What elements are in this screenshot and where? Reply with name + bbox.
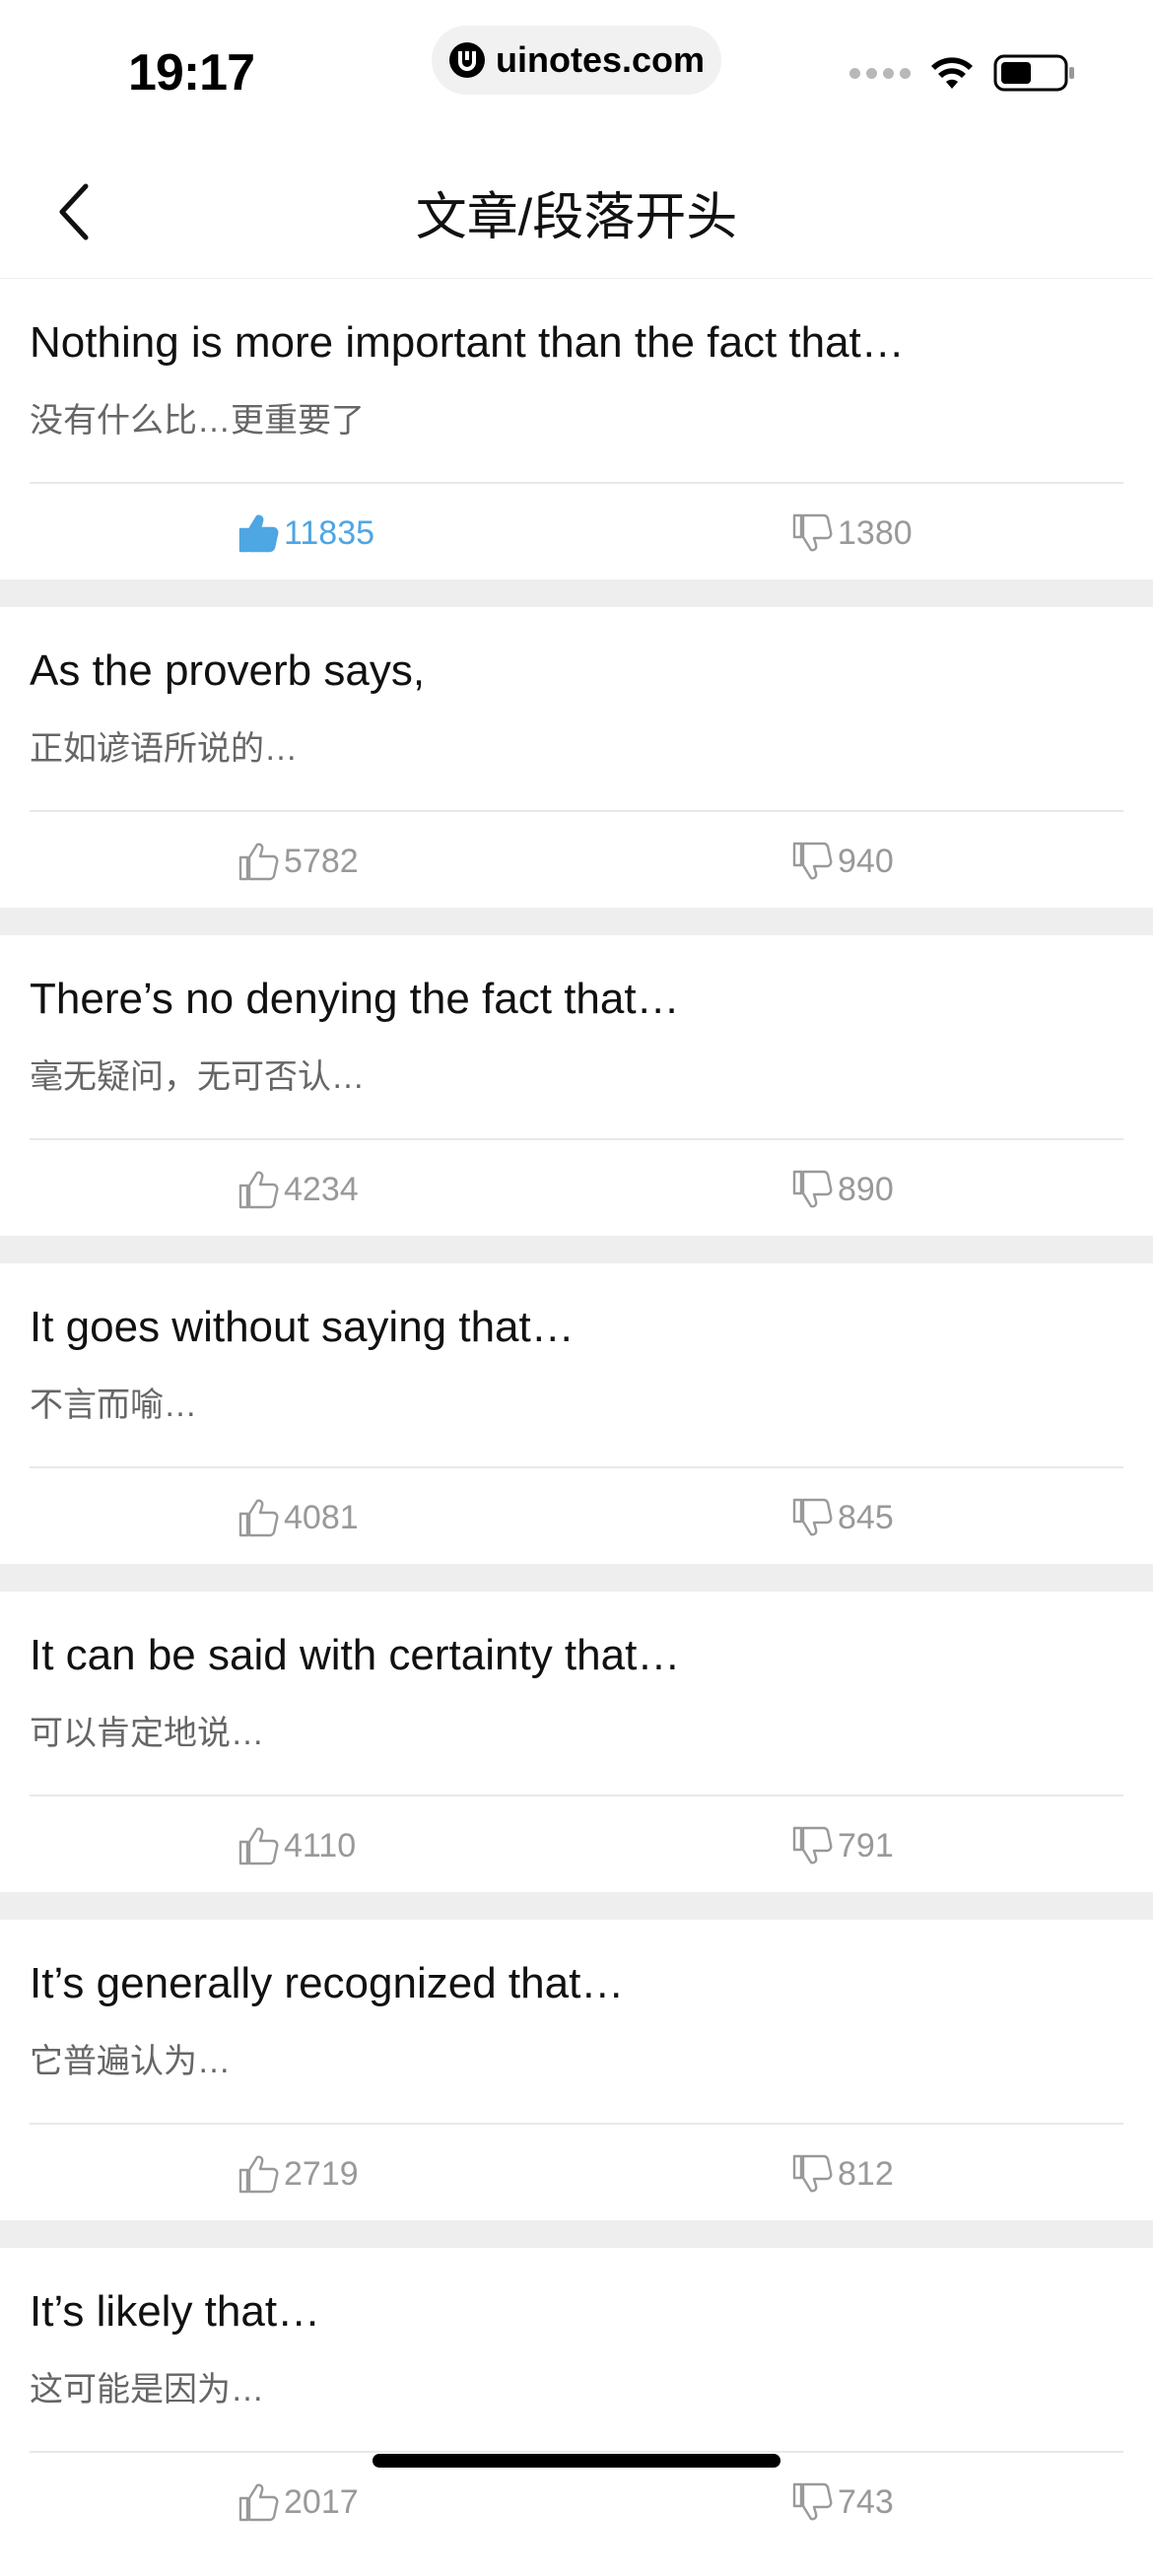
like-count: 5782 — [284, 842, 359, 880]
thumbs-up-icon — [238, 1827, 279, 1865]
dislike-count: 940 — [838, 842, 894, 880]
dislike-button[interactable]: 791 — [790, 1816, 894, 1875]
like-count: 4234 — [284, 1170, 359, 1208]
phrase-chinese: 没有什么比…更重要了 — [30, 402, 365, 440]
navigation-bar: 文章/段落开头 — [0, 138, 1153, 279]
phrase-english: It’s likely that… — [30, 2287, 321, 2336]
thumbs-up-icon — [238, 843, 279, 881]
like-button[interactable]: 4110 — [237, 1816, 356, 1875]
phrase-chinese: 它普遍认为… — [30, 2043, 231, 2080]
dislike-count: 743 — [838, 2482, 894, 2521]
like-button[interactable]: 2017 — [237, 2473, 359, 2532]
page-title: 文章/段落开头 — [415, 189, 738, 246]
cellular-signal-icon — [849, 67, 911, 79]
thumbs-down-icon — [792, 1170, 833, 1208]
thumbs-up-icon — [238, 1499, 279, 1537]
like-button[interactable]: 4234 — [237, 1160, 359, 1219]
thumbs-up-icon — [238, 2483, 279, 2522]
dislike-button[interactable]: 845 — [790, 1488, 894, 1547]
phrase-chinese: 这可能是因为… — [30, 2371, 264, 2408]
status-time: 19:17 — [128, 44, 255, 102]
thumbs-down-icon — [792, 2154, 833, 2193]
wifi-icon — [931, 57, 973, 89]
url-text: uinotes.com — [495, 39, 706, 80]
site-logo-icon — [448, 42, 485, 78]
like-count: 4110 — [284, 1826, 357, 1864]
card-divider — [30, 1138, 1123, 1140]
thumbs-up-icon — [238, 514, 279, 553]
phrase-chinese: 毫无疑问，无可否认… — [30, 1058, 365, 1096]
phrase-english: There’s no denying the fact that… — [30, 975, 680, 1023]
thumbs-down-icon — [792, 1498, 833, 1536]
status-bar: 19:17 uinotes.com — [0, 0, 1153, 138]
phrase-list: Nothing is more important than the fact … — [0, 279, 1153, 2576]
thumbs-down-icon — [792, 2482, 833, 2521]
like-button[interactable]: 2719 — [237, 2144, 359, 2203]
dislike-button[interactable]: 743 — [790, 2473, 894, 2532]
phrase-card[interactable]: There’s no denying the fact that… 毫无疑问，无… — [0, 935, 1153, 1236]
like-count: 2017 — [284, 2482, 359, 2521]
dislike-count: 890 — [838, 1170, 894, 1208]
like-count: 2719 — [284, 2154, 359, 2193]
dislike-button[interactable]: 812 — [790, 2144, 894, 2203]
card-divider — [30, 482, 1123, 484]
card-divider — [30, 1466, 1123, 1468]
dislike-button[interactable]: 1380 — [790, 504, 913, 563]
like-button[interactable]: 4081 — [237, 1488, 359, 1547]
dislike-count: 812 — [838, 2154, 894, 2193]
phrase-english: It’s generally recognized that… — [30, 1959, 625, 2007]
phrase-english: Nothing is more important than the fact … — [30, 318, 905, 367]
like-count: 4081 — [284, 1498, 359, 1536]
battery-icon — [993, 54, 1074, 92]
phrase-chinese: 可以肯定地说… — [30, 1715, 264, 1752]
phrase-english: It goes without saying that… — [30, 1303, 575, 1351]
phrase-card[interactable]: It’s generally recognized that… 它普遍认为… 2… — [0, 1920, 1153, 2220]
card-divider — [30, 810, 1123, 812]
phrase-card[interactable]: It can be said with certainty that… 可以肯定… — [0, 1592, 1153, 1892]
like-button[interactable]: 11835 — [237, 504, 374, 563]
phrase-english: As the proverb says, — [30, 646, 426, 695]
status-indicators — [849, 53, 1076, 93]
like-count: 11835 — [284, 513, 375, 552]
thumbs-down-icon — [792, 842, 833, 880]
phrase-card[interactable]: As the proverb says, 正如谚语所说的… 5782 940 — [0, 607, 1153, 908]
dislike-button[interactable]: 890 — [790, 1160, 894, 1219]
thumbs-up-icon — [238, 1171, 279, 1209]
thumbs-up-icon — [238, 2155, 279, 2194]
thumbs-down-icon — [792, 1826, 833, 1864]
phrase-english: It can be said with certainty that… — [30, 1631, 681, 1679]
thumbs-down-icon — [792, 513, 833, 552]
phrase-card[interactable]: Nothing is more important than the fact … — [0, 279, 1153, 579]
dislike-count: 1380 — [838, 513, 913, 552]
dislike-count: 845 — [838, 1498, 894, 1536]
dislike-count: 791 — [838, 1826, 894, 1864]
card-divider — [30, 1795, 1123, 1796]
dislike-button[interactable]: 940 — [790, 832, 894, 891]
phrase-chinese: 正如谚语所说的… — [30, 730, 298, 768]
phrase-chinese: 不言而喻… — [30, 1387, 197, 1424]
card-divider — [30, 2123, 1123, 2125]
url-pill[interactable]: uinotes.com — [432, 26, 721, 95]
phrase-card[interactable]: It goes without saying that… 不言而喻… 4081 … — [0, 1263, 1153, 1564]
phrase-card[interactable]: It’s likely that… 这可能是因为… 2017 743 — [0, 2248, 1153, 2548]
like-button[interactable]: 5782 — [237, 832, 359, 891]
home-indicator[interactable] — [373, 2454, 780, 2468]
card-divider — [30, 2451, 1123, 2453]
